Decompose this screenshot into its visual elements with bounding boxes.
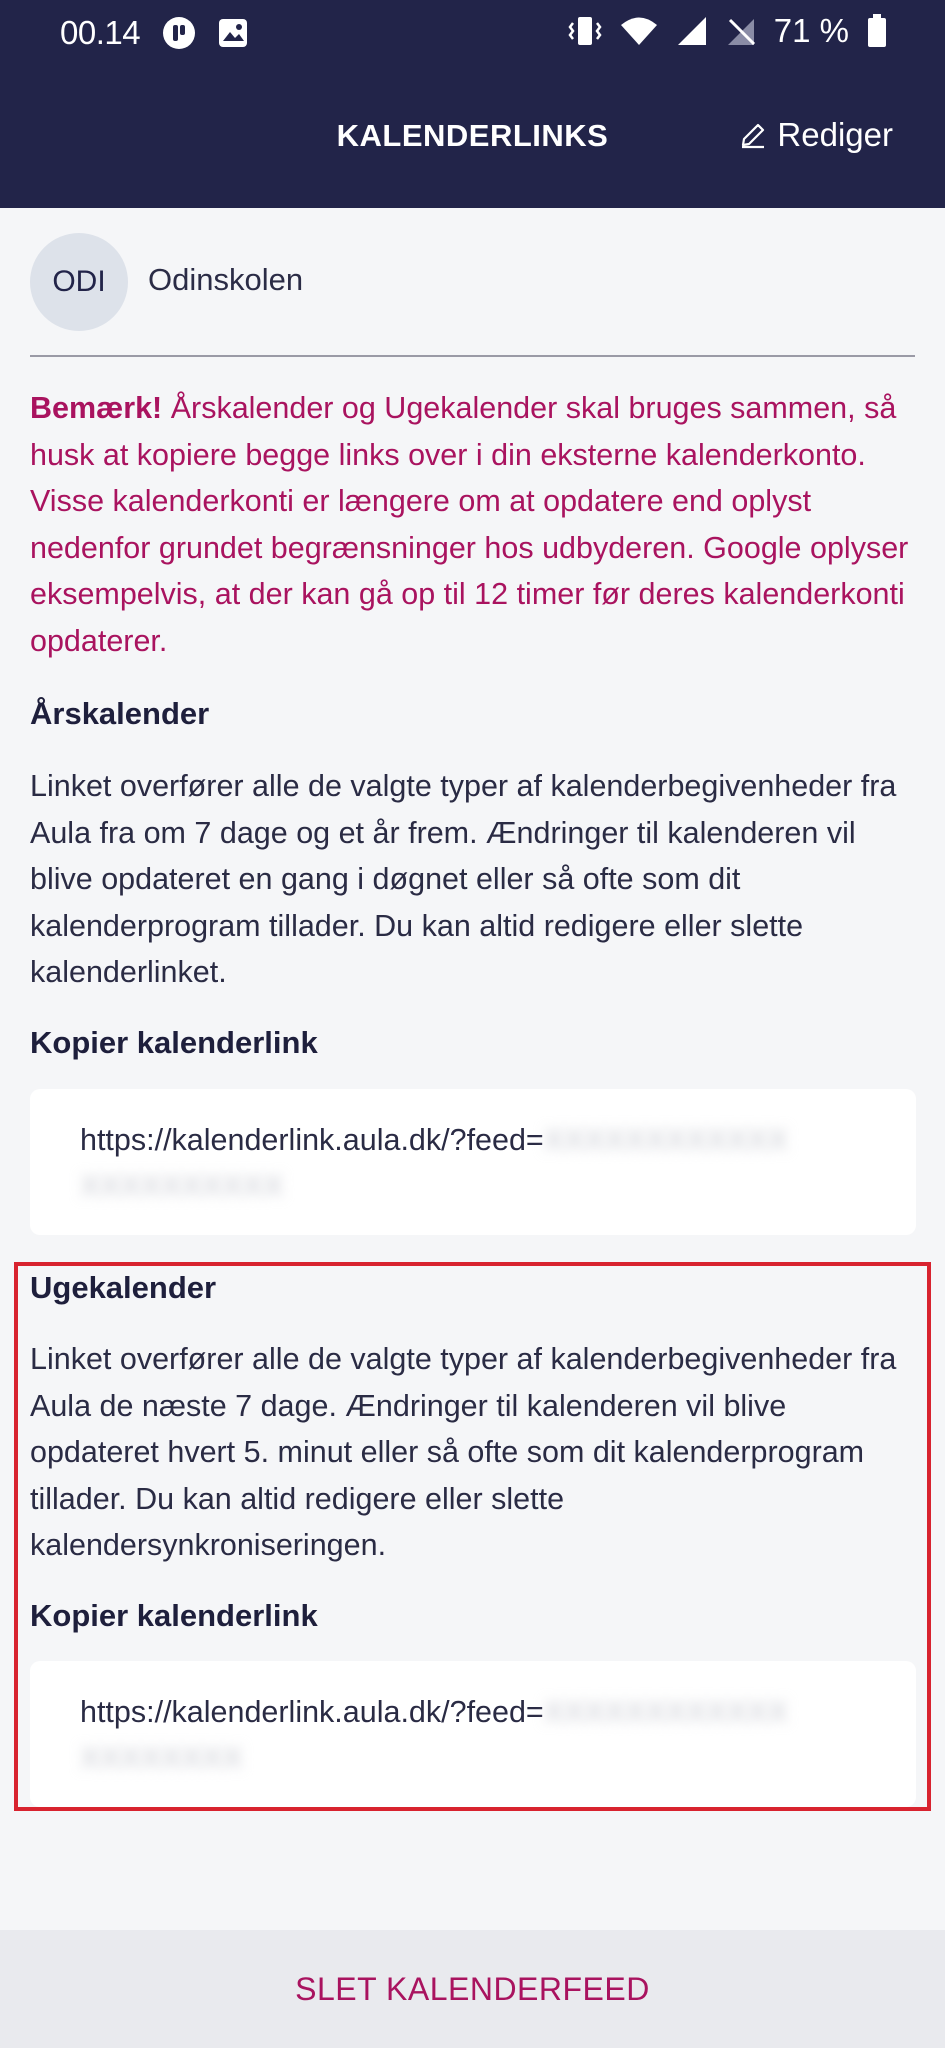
weekly-description: Linket overfører alle de valgte typer af… (30, 1342, 897, 1562)
avatar: ODI (30, 233, 128, 331)
yearly-link[interactable]: https://kalenderlink.aula.dk/?feed=XXXXX… (80, 1117, 880, 1209)
no-sim-icon (726, 16, 756, 46)
delete-calendar-feed-button[interactable]: SLET KALENDERFEED (295, 1971, 650, 2008)
status-system-icons: 71 % (568, 12, 887, 50)
weekly-link-prefix: https://kalenderlink.aula.dk/?feed= (80, 1695, 544, 1729)
notice-text: Bemærk! Årskalender og Ugekalender skal … (30, 385, 920, 664)
weekly-link-box[interactable]: https://kalenderlink.aula.dk/?feed=XXXXX… (30, 1661, 916, 1807)
battery-icon (867, 14, 887, 48)
weekly-link[interactable]: https://kalenderlink.aula.dk/?feed=XXXXX… (80, 1689, 880, 1781)
yearly-link-prefix: https://kalenderlink.aula.dk/?feed= (80, 1123, 544, 1157)
edit-button[interactable]: Rediger (739, 116, 893, 154)
wifi-icon (620, 16, 658, 46)
status-time: 00.14 (60, 14, 141, 51)
image-icon (218, 18, 248, 48)
notice-body: Årskalender og Ugekalender skal bruges s… (30, 391, 909, 658)
vibrate-icon (568, 15, 602, 47)
school-row: ODI Odinskolen (30, 233, 915, 357)
yearly-description: Linket overfører alle de valgte typer af… (30, 769, 897, 989)
signal-icon (676, 16, 708, 46)
app-notification-icon (162, 16, 196, 50)
yearly-link-box[interactable]: https://kalenderlink.aula.dk/?feed=XXXXX… (30, 1089, 916, 1235)
weekly-link-obscured-2: XXXXXXXX (80, 1741, 243, 1775)
yearly-link-obscured-2: XXXXXXXXXX (80, 1169, 284, 1203)
weekly-copy-label: Kopier kalenderlink (30, 1598, 318, 1633)
app-header: 00.14 71 % KALENDERLINKS Rediger (0, 0, 945, 208)
pencil-icon (739, 121, 767, 149)
yearly-link-obscured: XXXXXXXXXXXX (543, 1123, 788, 1157)
yearly-copy-label: Kopier kalenderlink (30, 1025, 318, 1060)
notice-bold: Bemærk! (30, 391, 163, 425)
status-notification-icons (162, 16, 248, 50)
battery-percentage: 71 % (773, 12, 849, 49)
edit-button-label: Rediger (777, 116, 893, 153)
footer-bar: SLET KALENDERFEED (0, 1930, 945, 2048)
school-name: Odinskolen (148, 262, 304, 297)
weekly-title: Ugekalender (30, 1270, 217, 1305)
yearly-title: Årskalender (30, 696, 210, 731)
weekly-link-obscured: XXXXXXXXXXXX (543, 1695, 788, 1729)
